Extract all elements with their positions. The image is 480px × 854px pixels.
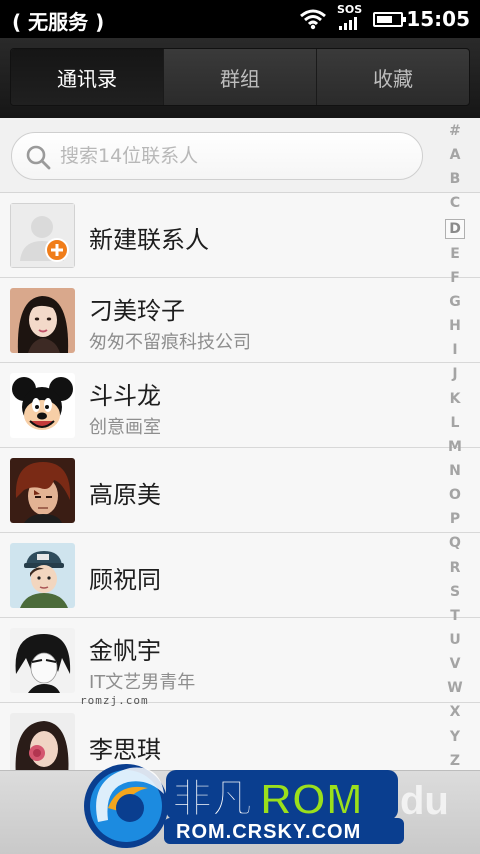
contact-row[interactable]: 顾祝同 — [0, 533, 480, 618]
tab-contacts[interactable]: 通讯录 — [11, 49, 164, 105]
contact-subtitle: 创意画室 — [89, 417, 161, 438]
logo-rom-text: ROM — [260, 775, 363, 824]
alphabet-letter[interactable]: H — [449, 317, 461, 335]
search-icon — [26, 145, 51, 170]
contact-subtitle: 匆匆不留痕科技公司 — [89, 332, 251, 353]
alphabet-letter[interactable]: L — [451, 414, 460, 432]
contact-name: 斗斗龙 — [89, 382, 161, 410]
contact-name: 高原美 — [89, 481, 161, 509]
tab-bar: 通讯录 群组 收藏 — [0, 38, 480, 118]
alphabet-letter[interactable]: F — [450, 269, 460, 287]
clock: 15:05 — [406, 7, 470, 31]
alphabet-letter[interactable]: G — [449, 293, 461, 311]
contact-row[interactable]: 刁美玲子 匆匆不留痕科技公司 — [0, 278, 480, 363]
alphabet-letter[interactable]: I — [452, 341, 457, 359]
contact-avatar — [10, 628, 75, 693]
new-contact-label: 新建联系人 — [89, 226, 209, 254]
alphabet-letter[interactable]: K — [450, 390, 461, 408]
crsky-rom-logo: du 非凡 ROM ROM.CRSKY.COM — [84, 764, 449, 848]
contact-name: 金帆宇 — [89, 637, 161, 665]
signal-icon — [339, 17, 357, 30]
alphabet-letter[interactable]: U — [449, 631, 460, 649]
tab-groups[interactable]: 群组 — [164, 49, 317, 105]
alphabet-letter[interactable]: W — [447, 679, 462, 697]
contact-avatar — [10, 373, 75, 438]
add-contact-icon — [10, 203, 75, 268]
alphabet-letter[interactable]: J — [452, 365, 457, 383]
tab-frame: 通讯录 群组 收藏 — [10, 48, 470, 106]
contact-avatar — [10, 713, 75, 778]
alphabet-letter[interactable]: T — [450, 607, 460, 625]
logo-faint-text: du — [400, 779, 449, 823]
alphabet-letter[interactable]: V — [450, 655, 461, 673]
contact-subtitle: IT文艺男青年 — [89, 672, 196, 693]
new-contact-row[interactable]: 新建联系人 — [0, 193, 480, 278]
alphabet-letter[interactable]: O — [449, 486, 461, 504]
alphabet-index[interactable]: # A B C D E F G H I J K L M N O P Q R S T U V W X Y Z — [440, 122, 470, 770]
alphabet-letter[interactable]: C — [450, 194, 460, 212]
watermark-text: romzj.com — [80, 694, 149, 707]
alphabet-letter[interactable]: X — [450, 703, 461, 721]
alphabet-letter[interactable]: P — [450, 510, 460, 528]
contact-name: 顾祝同 — [89, 566, 161, 594]
contact-row[interactable]: 斗斗龙 创意画室 — [0, 363, 480, 448]
status-bar: ( 无服务 ) SOS 15:05 — [0, 0, 480, 38]
alphabet-letter[interactable]: A — [450, 146, 461, 164]
search-area — [0, 118, 480, 193]
alphabet-letter[interactable]: M — [448, 438, 462, 456]
contact-avatar — [10, 288, 75, 353]
alphabet-letter[interactable]: R — [450, 559, 461, 577]
alphabet-letter[interactable]: D — [445, 218, 465, 239]
tab-favorites[interactable]: 收藏 — [317, 49, 469, 105]
logo-url-text: ROM.CRSKY.COM — [176, 821, 361, 843]
alphabet-letter[interactable]: # — [449, 122, 461, 140]
alphabet-letter[interactable]: B — [450, 170, 461, 188]
contact-name: 刁美玲子 — [89, 297, 185, 325]
contact-avatar — [10, 458, 75, 523]
logo-brand-text: 非凡 — [172, 776, 252, 822]
search-box[interactable] — [11, 132, 423, 180]
wifi-icon — [300, 9, 326, 30]
contact-row[interactable]: 金帆宇 IT文艺男青年 — [0, 618, 480, 703]
alphabet-letter[interactable]: E — [450, 245, 460, 263]
sos-label: SOS — [337, 3, 363, 16]
contact-avatar — [10, 543, 75, 608]
alphabet-letter[interactable]: N — [449, 462, 461, 480]
battery-level — [377, 16, 393, 23]
alphabet-letter[interactable]: Q — [449, 534, 461, 552]
alphabet-letter[interactable]: Y — [450, 728, 460, 746]
alphabet-letter[interactable]: S — [450, 583, 460, 601]
search-input[interactable] — [60, 139, 410, 173]
battery-icon — [373, 12, 406, 27]
contact-list: 新建联系人 刁美玲子 匆匆不留痕科技公司 斗斗龙 创意画室 高原美 顾祝同 金帆… — [0, 193, 480, 788]
carrier-label: ( 无服务 ) — [12, 10, 105, 34]
contact-row[interactable]: 高原美 — [0, 448, 480, 533]
